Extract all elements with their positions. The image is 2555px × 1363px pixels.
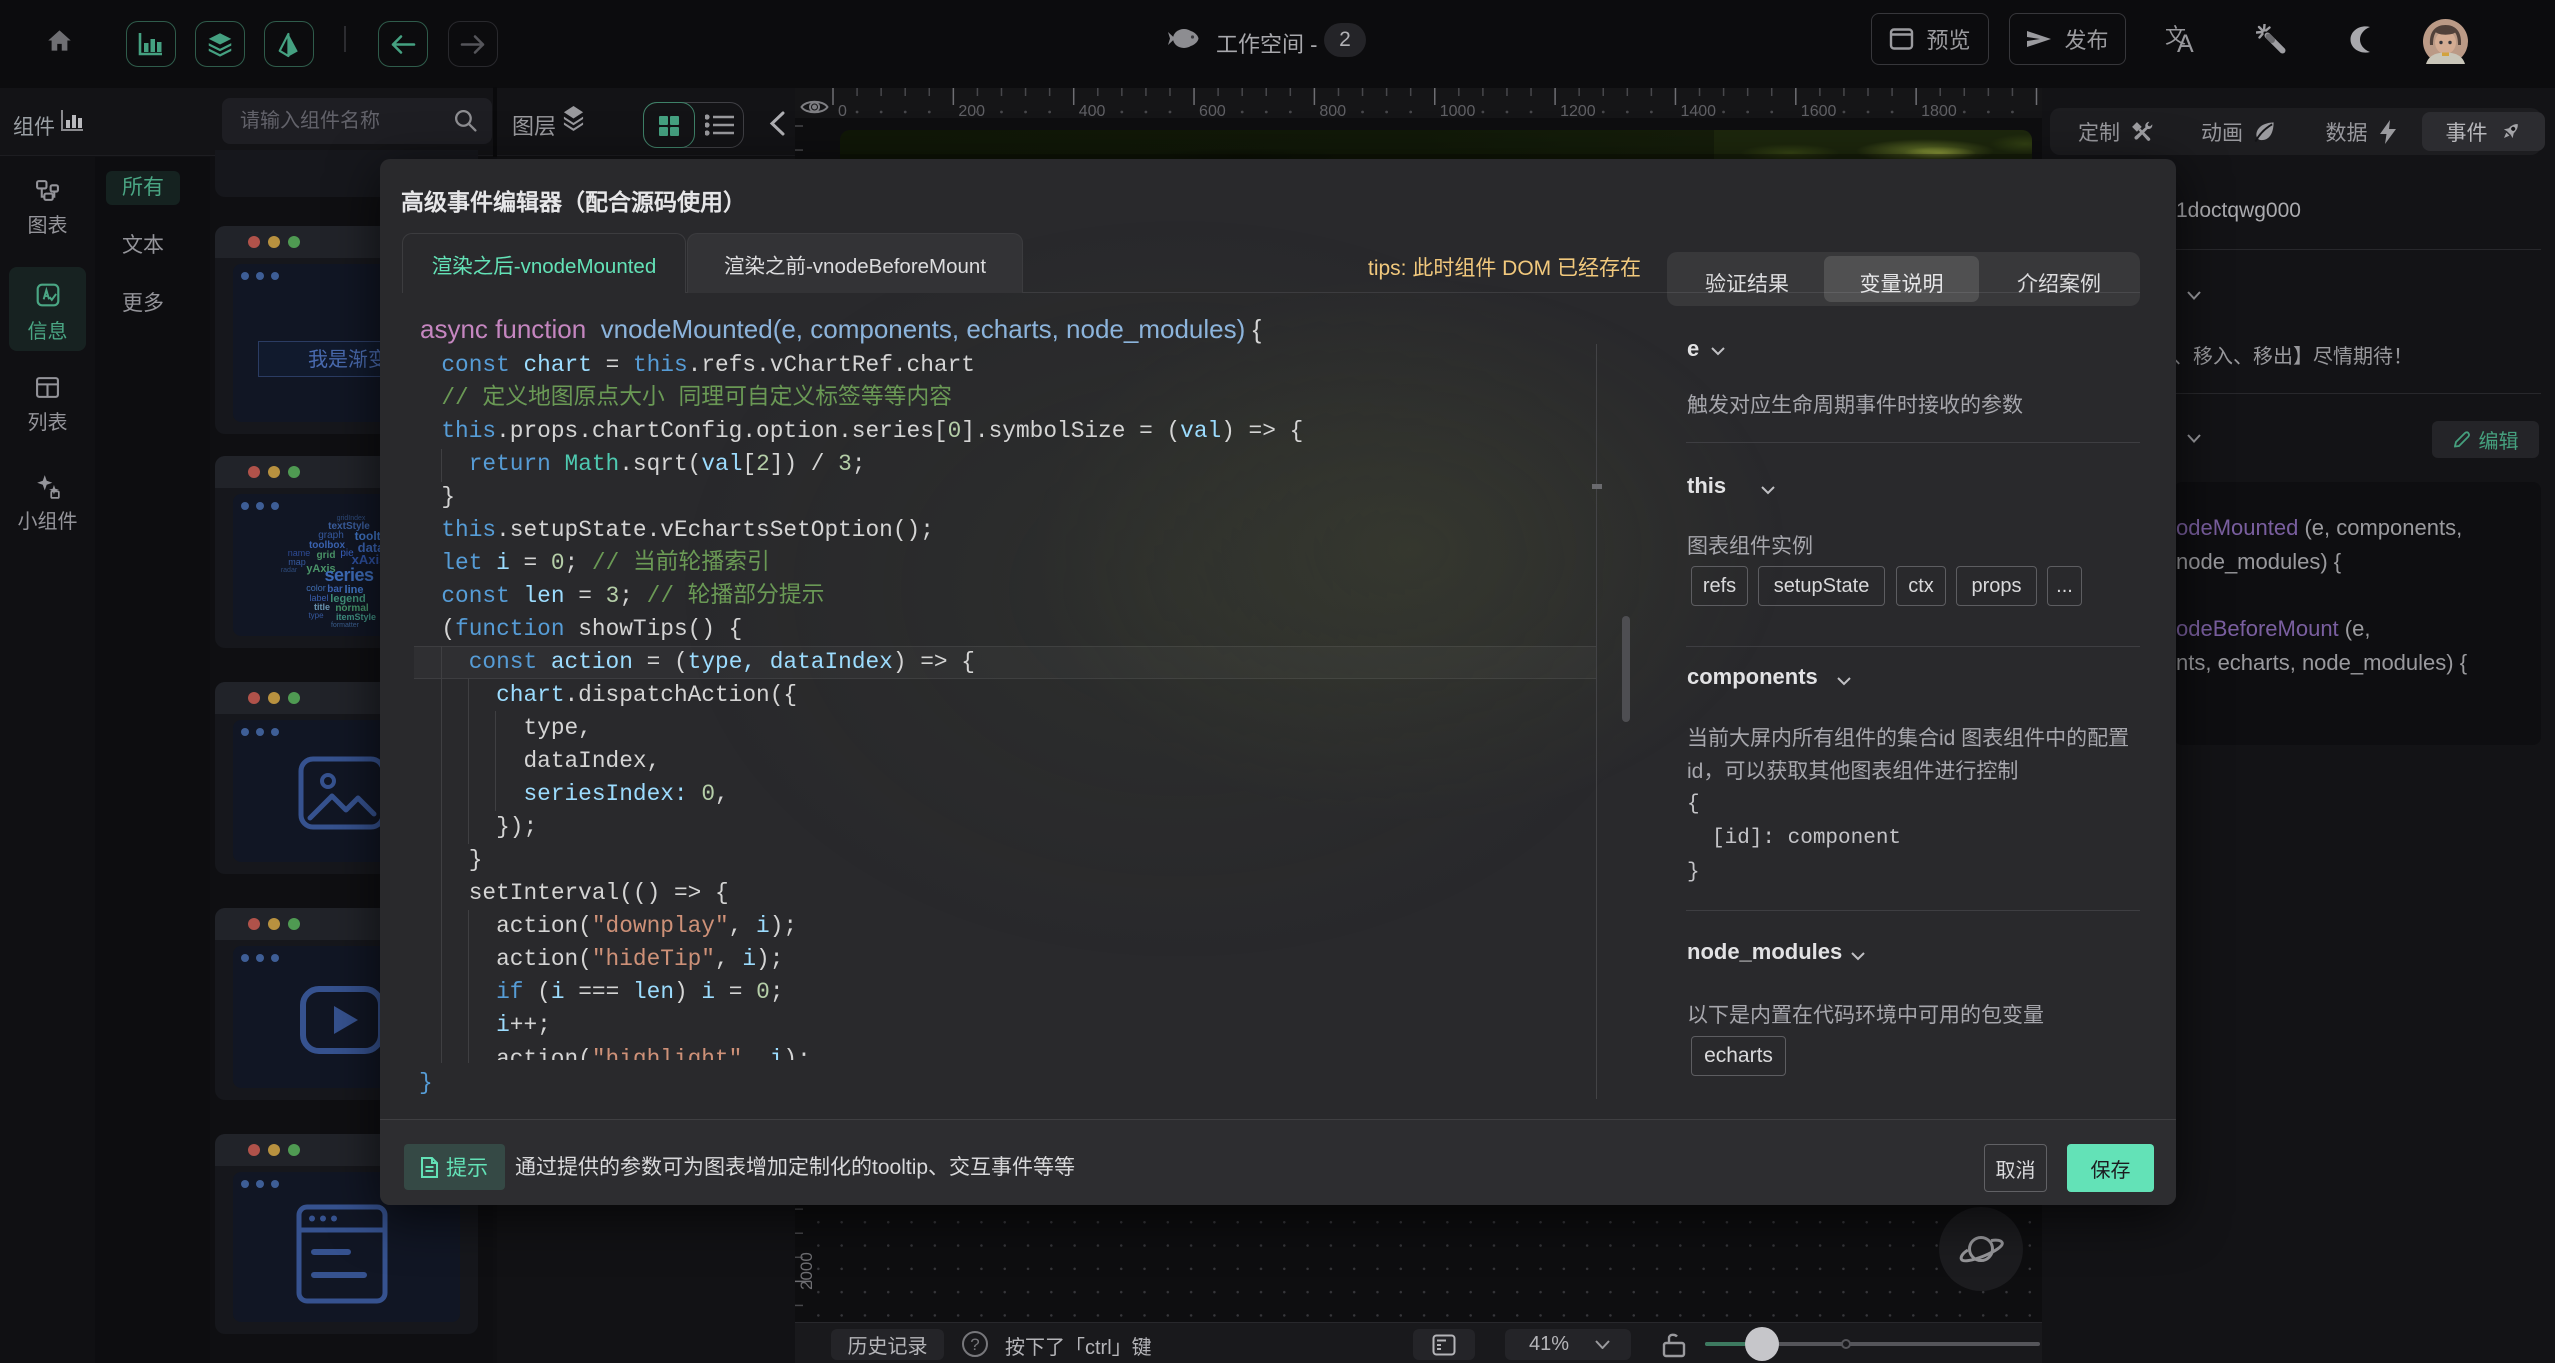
svg-text:grid: grid [317,550,336,561]
svg-text:formatter: formatter [331,622,360,629]
svg-text:0: 0 [838,103,847,120]
svg-text:800: 800 [1319,103,1346,120]
svg-text:color: color [306,583,326,593]
svg-text:series: series [324,565,374,585]
svg-text:400: 400 [1079,103,1106,120]
svg-text:200: 200 [958,103,985,120]
svg-text:radar: radar [281,567,298,574]
svg-text:itemStyle: itemStyle [336,612,376,622]
svg-text:type: type [308,611,324,620]
svg-text:map: map [288,557,306,567]
svg-text:600: 600 [1199,103,1226,120]
